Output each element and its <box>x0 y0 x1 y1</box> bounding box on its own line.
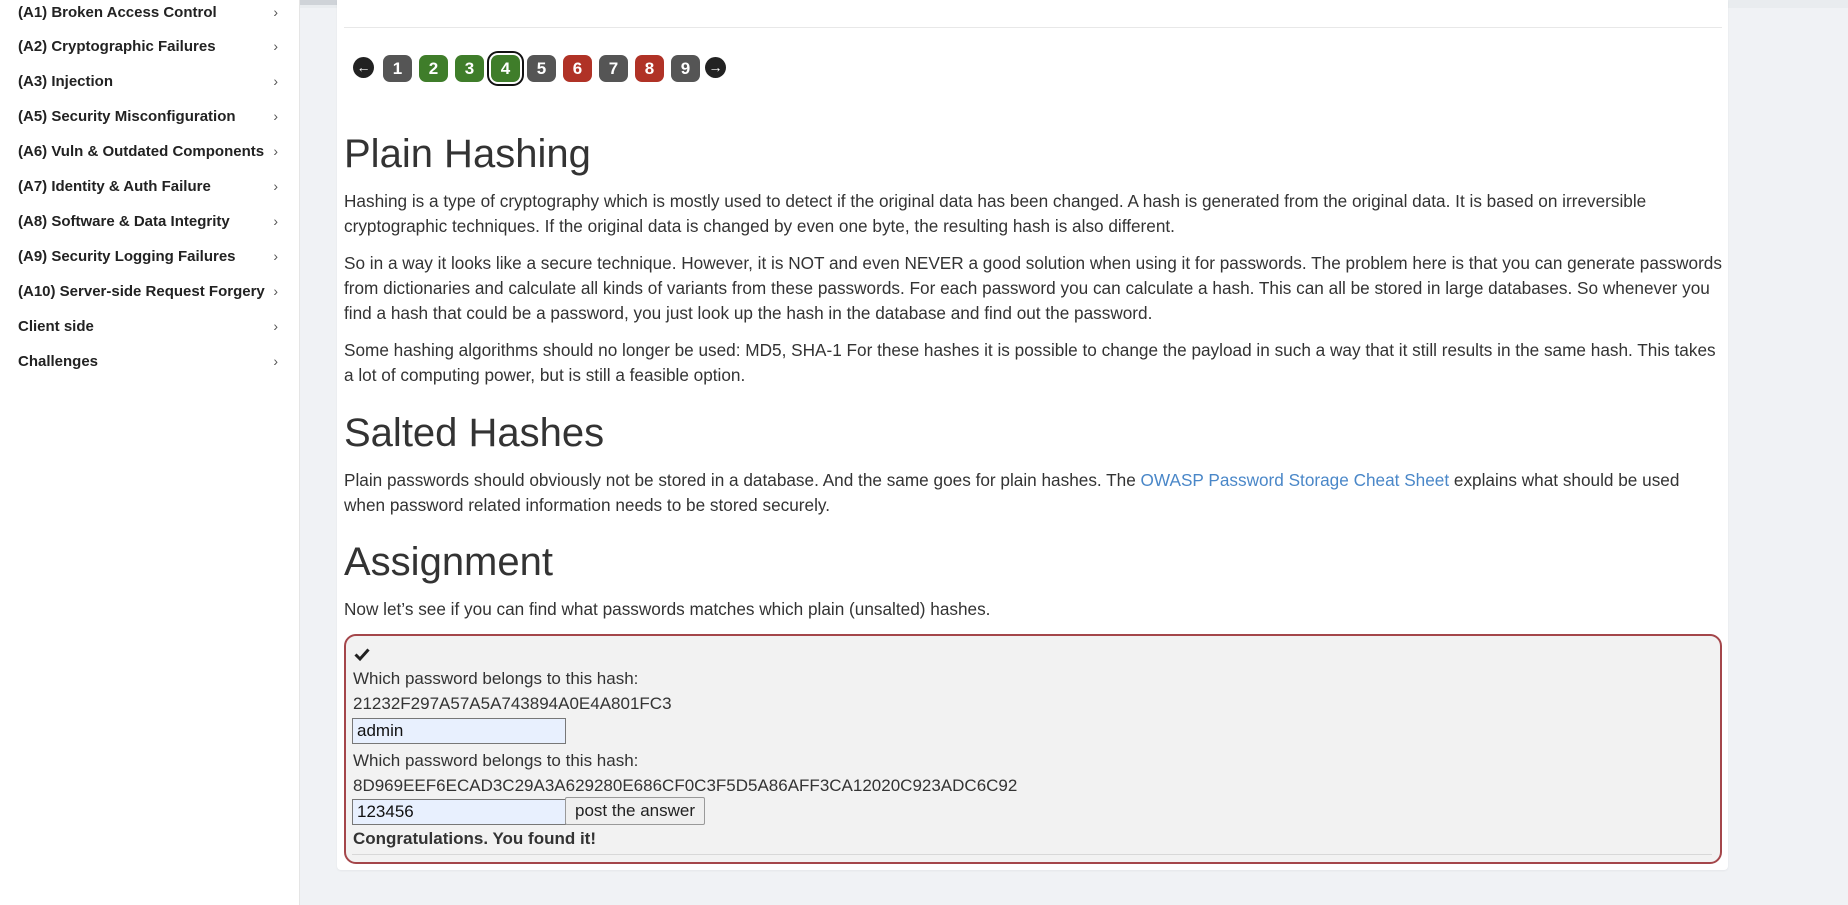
page-button-7[interactable]: 7 <box>599 55 628 82</box>
assignment-form: Which password belongs to this hash: 212… <box>344 634 1722 864</box>
sidebar-item-a6-vuln-outdated-components[interactable]: (A6) Vuln & Outdated Components › <box>18 143 286 165</box>
page-button-2[interactable]: 2 <box>419 55 448 82</box>
sidebar-item-a8-software-data-integrity[interactable]: (A8) Software & Data Integrity › <box>18 213 286 235</box>
chevron-right-icon: › <box>273 213 278 229</box>
chevron-right-icon: › <box>273 178 278 194</box>
question-1-hash: 21232F297A57A5A743894A0E4A801FC3 <box>353 694 672 713</box>
sidebar-item-a9-security-logging-failures[interactable]: (A9) Security Logging Failures › <box>18 248 286 270</box>
section-title-salted-hashes: Salted Hashes <box>344 411 605 455</box>
salted-hashes-paragraph: Plain passwords should obviously not be … <box>344 470 1680 515</box>
password-1-input[interactable] <box>352 718 566 744</box>
section-title-assignment: Assignment <box>344 540 553 584</box>
sidebar-item-challenges[interactable]: Challenges › <box>18 353 286 375</box>
sidebar-item-a5-security-misconfiguration[interactable]: (A5) Security Misconfiguration › <box>18 108 286 130</box>
plain-hashing-paragraph-3: Some hashing algorithms should no longer… <box>344 340 1716 385</box>
chevron-right-icon: › <box>273 4 278 20</box>
sidebar-item-a2-cryptographic-failures[interactable]: (A2) Cryptographic Failures › <box>18 38 286 60</box>
chevron-right-icon: › <box>273 283 278 299</box>
assignment-intro: Now let’s see if you can find what passw… <box>344 599 991 619</box>
question-2-label: Which password belongs to this hash: <box>353 751 639 770</box>
chevron-right-icon: › <box>273 143 278 159</box>
password-2-input[interactable] <box>352 799 566 825</box>
chevron-right-icon: › <box>273 248 278 264</box>
page-button-3[interactable]: 3 <box>455 55 484 82</box>
page-button-6[interactable]: 6 <box>563 55 592 82</box>
chevron-right-icon: › <box>273 38 278 54</box>
plain-hashing-paragraph-1: Hashing is a type of cryptography which … <box>344 191 1647 236</box>
question-2-hash: 8D969EEF6ECAD3C29A3A629280E686CF0C3F5D5A… <box>353 776 1018 795</box>
lesson-content: ← 1 2 3 4 5 6 7 8 9 → Plain Hashing Hash… <box>337 0 1728 870</box>
page-button-1[interactable]: 1 <box>383 55 412 82</box>
page-button-9[interactable]: 9 <box>671 55 700 82</box>
question-1-label: Which password belongs to this hash: <box>353 669 639 688</box>
chevron-right-icon: › <box>273 108 278 124</box>
section-title-plain-hashing: Plain Hashing <box>344 132 591 176</box>
chevron-right-icon: › <box>273 353 278 369</box>
success-message: Congratulations. You found it! <box>353 829 597 848</box>
checkmark-icon <box>354 648 370 662</box>
sidebar-item-a1-broken-access-control[interactable]: (A1) Broken Access Control › <box>18 4 286 26</box>
chevron-right-icon: › <box>273 73 278 89</box>
owasp-cheat-sheet-link[interactable]: OWASP Password Storage Cheat Sheet <box>1141 470 1450 490</box>
chevron-right-icon: › <box>273 318 278 334</box>
page-button-4[interactable]: 4 <box>491 55 520 82</box>
sidebar-item-client-side[interactable]: Client side › <box>18 318 286 340</box>
page-button-5[interactable]: 5 <box>527 55 556 82</box>
sidebar: (A1) Broken Access Control › (A2) Cryptog… <box>0 0 300 905</box>
sidebar-item-a3-injection[interactable]: (A3) Injection › <box>18 73 286 95</box>
post-answer-button[interactable]: post the answer <box>565 797 706 825</box>
sidebar-item-a10-server-side-request-forgery[interactable]: (A10) Server-side Request Forgery › <box>18 283 286 305</box>
page-button-8[interactable]: 8 <box>635 55 664 82</box>
divider <box>344 27 1722 28</box>
plain-hashing-paragraph-2: So in a way it looks like a secure techn… <box>344 253 1722 323</box>
sidebar-item-a7-identity-auth-failure[interactable]: (A7) Identity & Auth Failure › <box>18 178 286 200</box>
prev-page-arrow-icon[interactable]: ← <box>353 57 374 78</box>
divider <box>352 854 1712 855</box>
next-page-arrow-icon[interactable]: → <box>705 57 726 78</box>
